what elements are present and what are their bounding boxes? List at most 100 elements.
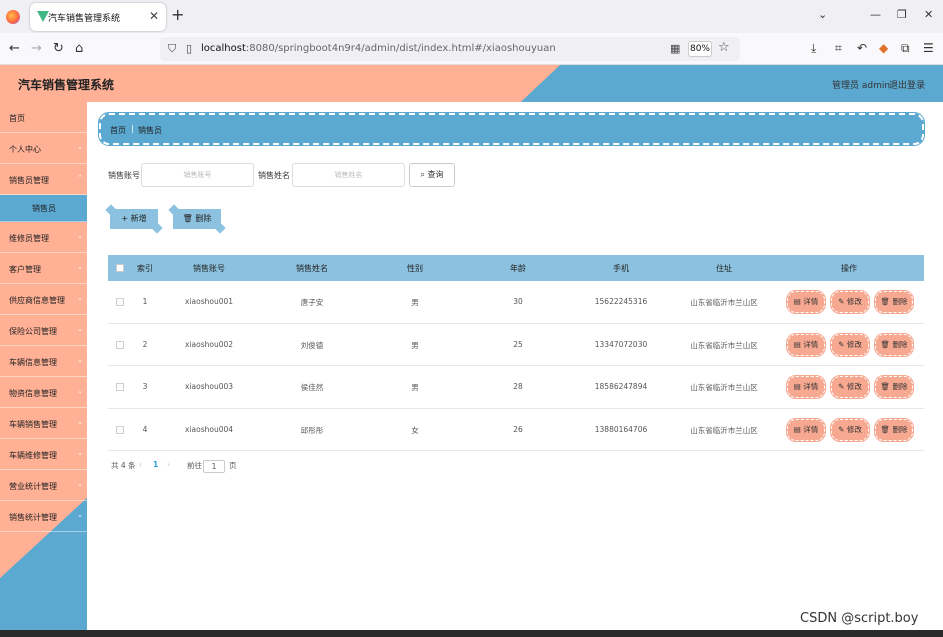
sidebar-item-repairman-mgmt[interactable]: 维修员管理 ⌄ [0,222,87,253]
zoom-level[interactable]: 80% [688,41,712,57]
detail-button[interactable]: ▤ 详情 [786,290,826,314]
table-row: 2 xiaoshou002 刘俊德 男 25 13347072030 山东省临沂… [108,324,924,366]
delete-button[interactable]: 🗑 删除 [874,375,914,399]
browser-tab[interactable]: 汽车销售管理系统 ✕ [30,3,166,31]
select-all-checkbox[interactable] [116,264,124,272]
tab-list-chevron-icon[interactable]: ⌄ [818,8,827,21]
sidebar-item-supplier-mgmt[interactable]: 供应商信息管理 ⌄ [0,284,87,315]
document-icon: ▤ [793,339,801,349]
delete-button[interactable]: 🗑 删除 [874,417,914,442]
delete-button[interactable]: 🗑 删除 [874,332,914,357]
bookmark-star-icon[interactable]: ☆ [718,40,730,55]
row-checkbox[interactable] [116,298,124,306]
chevron-down-icon: ⌄ [77,418,83,426]
reload-icon[interactable]: ↻ [53,41,64,56]
url-bar[interactable]: ⛉ ▯ localhost:8080/springboot4n9r4/admin… [160,37,740,61]
add-button[interactable]: + 新增 [110,209,158,229]
restore-icon[interactable]: ❐ [897,8,907,21]
trash-icon: 🗑 [880,424,891,434]
forward-arrow-icon[interactable]: → [31,41,42,56]
detail-button[interactable]: ▤ 详情 [786,417,826,442]
col-account: 销售账号 [193,264,225,273]
name-filter-input[interactable]: 销售姓名 [292,163,405,187]
sidebar-item-customer-mgmt[interactable]: 客户管理 ⌄ [0,253,87,284]
sidebar-menu: 首页 个人中心 ⌄ 销售员管理 ⌃ 销售员 维修员管理 ⌄ 客户管理 ⌄ 供应商信息管理… [0,102,87,532]
col-name: 销售姓名 [296,264,328,273]
batch-delete-button[interactable]: 🗑 删除 [173,209,221,229]
sidebar-item-personal-center[interactable]: 个人中心 ⌄ [0,133,87,164]
cell-address: 山东省临沂市兰山区 [690,383,758,392]
account-filter-input[interactable]: 销售账号 [141,163,254,187]
cell-gender: 男 [411,383,419,392]
close-tab-icon[interactable]: ✕ [149,9,159,23]
firefox-logo-icon [6,10,20,24]
taskbar [0,630,943,637]
pagination-current-page[interactable]: 1 [153,460,158,469]
trash-icon: 🗑 [182,214,193,223]
sidebar-subitem-salesperson[interactable]: 销售员 [0,195,87,222]
row-checkbox[interactable] [116,340,124,349]
breadcrumb-separator: | [131,124,134,133]
sidebar-item-vehicle-repair-mgmt[interactable]: 车辆维修管理 ⌄ [0,439,87,470]
minimize-icon[interactable]: — [870,8,881,21]
pagination-goto-input[interactable]: 1 [203,460,225,473]
trash-icon: 🗑 [880,339,891,349]
sidebar-item-vehicle-info-mgmt[interactable]: 车辆信息管理 ⌄ [0,346,87,377]
edit-pen-icon: ✎ [838,297,845,306]
sidebar-item-sales-stats-mgmt[interactable]: 销售统计管理 ⌄ [0,501,87,532]
cell-account: xiaoshou002 [184,339,234,349]
row-checkbox[interactable] [116,425,124,434]
sidebar-item-home[interactable]: 首页 [0,102,87,133]
browser-navbar: ← → ↻ ⌂ ⛉ ▯ localhost:8080/springboot4n9… [0,33,943,65]
sidebar-item-insurance-mgmt[interactable]: 保险公司管理 ⌄ [0,315,87,346]
plus-icon: + [121,214,129,223]
sidebar-item-business-stats-mgmt[interactable]: 营业统计管理 ⌄ [0,470,87,501]
cell-index: 2 [142,339,148,349]
crop-icon[interactable]: ⌗ [835,41,842,56]
cell-gender: 男 [411,298,419,307]
download-icon[interactable]: ⤓ [811,41,816,56]
col-gender: 性别 [407,264,423,273]
undo-icon[interactable]: ↶ [857,41,867,55]
qr-code-icon[interactable]: ▦ [670,42,680,55]
edit-button[interactable]: ✎ 修改 [830,375,870,399]
edit-button[interactable]: ✎ 修改 [830,290,870,314]
edit-button[interactable]: ✎ 修改 [830,332,870,357]
breadcrumb-home[interactable]: 首页 [110,125,126,136]
chevron-down-icon: ⌄ [77,356,83,364]
pagination-goto-label: 前往 [187,461,202,470]
extension-fox-icon[interactable]: ◆ [879,41,888,55]
next-page-chevron-icon[interactable]: › [167,460,170,469]
delete-button[interactable]: 🗑 删除 [874,290,914,314]
detail-button[interactable]: ▤ 详情 [786,375,826,399]
sidebar-item-materials-mgmt[interactable]: 物资信息管理 ⌄ [0,377,87,408]
page-info-icon[interactable]: ▯ [186,42,192,55]
cell-account: xiaoshou001 [184,297,234,306]
chevron-down-icon: ⌄ [77,511,83,519]
chevron-down-icon: ⌄ [77,294,83,302]
sidebar-item-salesperson-mgmt[interactable]: 销售员管理 ⌃ [0,164,87,195]
new-tab-icon[interactable]: + [171,5,184,24]
search-button[interactable]: ⌕ 查询 [409,163,455,187]
extensions-puzzle-icon[interactable]: ⧉ [901,41,910,56]
prev-page-chevron-icon[interactable]: ‹ [139,460,142,469]
cell-account: xiaoshou004 [184,424,234,434]
back-arrow-icon[interactable]: ← [9,41,20,56]
menu-hamburger-icon[interactable]: ☰ [923,41,934,55]
col-phone: 手机 [613,264,629,273]
home-icon[interactable]: ⌂ [75,41,83,56]
row-checkbox[interactable] [116,383,124,391]
edit-button[interactable]: ✎ 修改 [830,417,870,442]
cell-age: 28 [513,382,523,391]
chevron-down-icon: ⌄ [77,143,83,151]
sidebar-item-vehicle-sales-mgmt[interactable]: 车辆销售管理 ⌄ [0,408,87,439]
cell-phone: 13347072030 [594,339,648,349]
account-filter-label: 销售账号 [108,171,140,180]
detail-button[interactable]: ▤ 详情 [786,332,826,357]
url-text[interactable]: localhost:8080/springboot4n9r4/admin/dis… [201,43,556,54]
close-window-icon[interactable]: ✕ [924,8,933,21]
pagination-page-unit: 页 [229,461,237,470]
chevron-down-icon: ⌄ [77,480,83,488]
cell-name: 刘俊德 [300,340,324,350]
logout-link[interactable]: 退出登录 [889,78,925,91]
